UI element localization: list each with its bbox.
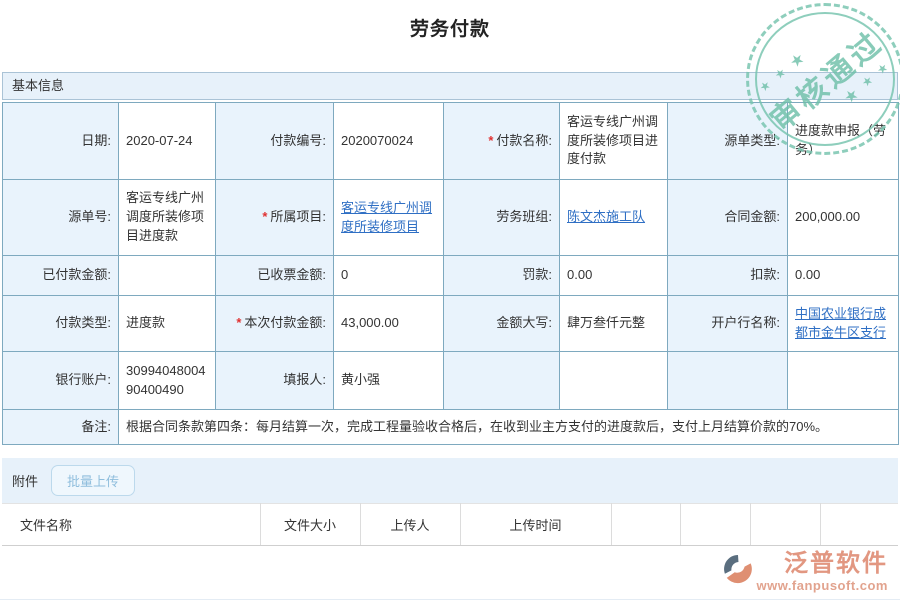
payment-name-label: *付款名称: (444, 103, 560, 180)
basic-info-header: 基本信息 (2, 72, 898, 100)
file-col-empty (820, 504, 898, 546)
attachments-label: 附件 (12, 471, 38, 490)
source-type-label: 源单类型: (668, 103, 788, 180)
date-label: 日期: (3, 103, 119, 180)
date-value: 2020-07-24 (119, 103, 216, 180)
labor-team-link[interactable]: 陈文杰施工队 (567, 209, 645, 224)
project-link[interactable]: 客运专线广州调度所装修项目 (341, 200, 432, 234)
required-icon: * (262, 209, 267, 224)
payment-no-label: 付款编号: (216, 103, 334, 180)
remark-value: 根据合同条款第四条：每月结算一次，完成工程量验收合格后，在收到业主方支付的进度款… (119, 410, 899, 445)
required-icon: * (236, 315, 241, 330)
batch-upload-button[interactable]: 批量上传 (51, 465, 135, 496)
file-col-empty (611, 504, 680, 546)
source-no-label: 源单号: (3, 180, 119, 256)
vendor-website: www.fanpusoft.com (756, 578, 888, 593)
payment-name-value: 客运专线广州调度所装修项目进度付款 (560, 103, 668, 180)
fanpu-logo-icon (723, 554, 753, 584)
attachments-table: 文件名称 文件大小 上传人 上传时间 (2, 503, 898, 546)
preparer-value: 黄小强 (334, 352, 444, 410)
vendor-name: 泛普软件 (784, 550, 888, 578)
deduction-label: 扣款: (668, 256, 788, 296)
star-icon: ★ (787, 50, 808, 71)
table-row: 银行账户: 3099404800490400490 填报人: 黄小强 (3, 352, 899, 410)
invoiced-amount-value: 0 (334, 256, 444, 296)
payment-no-value: 2020070024 (334, 103, 444, 180)
penalty-label: 罚款: (444, 256, 560, 296)
empty-value-cell (788, 352, 899, 410)
source-type-value: 进度款申报（劳务） (788, 103, 899, 180)
source-no-value: 客运专线广州调度所装修项目进度款 (119, 180, 216, 256)
bank-name-value: 中国农业银行成都市金牛区支行 (788, 296, 899, 352)
required-icon: * (488, 133, 493, 148)
bank-name-link[interactable]: 中国农业银行成都市金牛区支行 (795, 306, 886, 340)
table-row: 源单号: 客运专线广州调度所装修项目进度款 *所属项目: 客运专线广州调度所装修… (3, 180, 899, 256)
table-row: 备注: 根据合同条款第四条：每月结算一次，完成工程量验收合格后，在收到业主方支付… (3, 410, 899, 445)
bank-account-label: 银行账户: (3, 352, 119, 410)
empty-label-cell (668, 352, 788, 410)
basic-info-section: 基本信息 日期: 2020-07-24 付款编号: 2020070024 *付款… (2, 72, 898, 445)
file-size-column: 文件大小 (260, 504, 360, 546)
penalty-value: 0.00 (560, 256, 668, 296)
invoiced-amount-label: 已收票金额: (216, 256, 334, 296)
attachments-section-bar: 附件 批量上传 (2, 458, 898, 503)
contract-amount-value: 200,000.00 (788, 180, 899, 256)
labor-team-label: 劳务班组: (444, 180, 560, 256)
file-col-empty (680, 504, 750, 546)
file-name-column: 文件名称 (2, 504, 260, 546)
empty-value-cell (560, 352, 668, 410)
project-value: 客运专线广州调度所装修项目 (334, 180, 444, 256)
uploader-column: 上传人 (360, 504, 460, 546)
empty-label-cell (444, 352, 560, 410)
file-col-empty (750, 504, 820, 546)
table-row: 付款类型: 进度款 *本次付款金额: 43,000.00 金额大写: 肆万叁仟元… (3, 296, 899, 352)
current-payment-label: *本次付款金额: (216, 296, 334, 352)
amount-in-words-label: 金额大写: (444, 296, 560, 352)
payment-type-label: 付款类型: (3, 296, 119, 352)
basic-info-table: 日期: 2020-07-24 付款编号: 2020070024 *付款名称: 客… (2, 102, 899, 445)
bank-name-label: 开户行名称: (668, 296, 788, 352)
remark-label: 备注: (3, 410, 119, 445)
paid-amount-value (119, 256, 216, 296)
vendor-texts: 泛普软件 www.fanpusoft.com (756, 550, 888, 593)
labor-team-value: 陈文杰施工队 (560, 180, 668, 256)
bank-account-value: 3099404800490400490 (119, 352, 216, 410)
project-label: *所属项目: (216, 180, 334, 256)
amount-in-words-value: 肆万叁仟元整 (560, 296, 668, 352)
upload-time-column: 上传时间 (460, 504, 611, 546)
paid-amount-label: 已付款金额: (3, 256, 119, 296)
preparer-label: 填报人: (216, 352, 334, 410)
table-row: 日期: 2020-07-24 付款编号: 2020070024 *付款名称: 客… (3, 103, 899, 180)
page-title: 劳务付款 (0, 14, 900, 41)
payment-type-value: 进度款 (119, 296, 216, 352)
table-row: 已付款金额: 已收票金额: 0 罚款: 0.00 扣款: 0.00 (3, 256, 899, 296)
labor-payment-page: 劳务付款 ★★★ 审核通过 ★★★ 基本信息 日期: 2020-07-24 付款… (0, 0, 900, 600)
vendor-watermark: 泛普软件 www.fanpusoft.com (723, 550, 888, 593)
attachments-header-row: 文件名称 文件大小 上传人 上传时间 (2, 504, 898, 546)
deduction-value: 0.00 (788, 256, 899, 296)
current-payment-value: 43,000.00 (334, 296, 444, 352)
contract-amount-label: 合同金额: (668, 180, 788, 256)
